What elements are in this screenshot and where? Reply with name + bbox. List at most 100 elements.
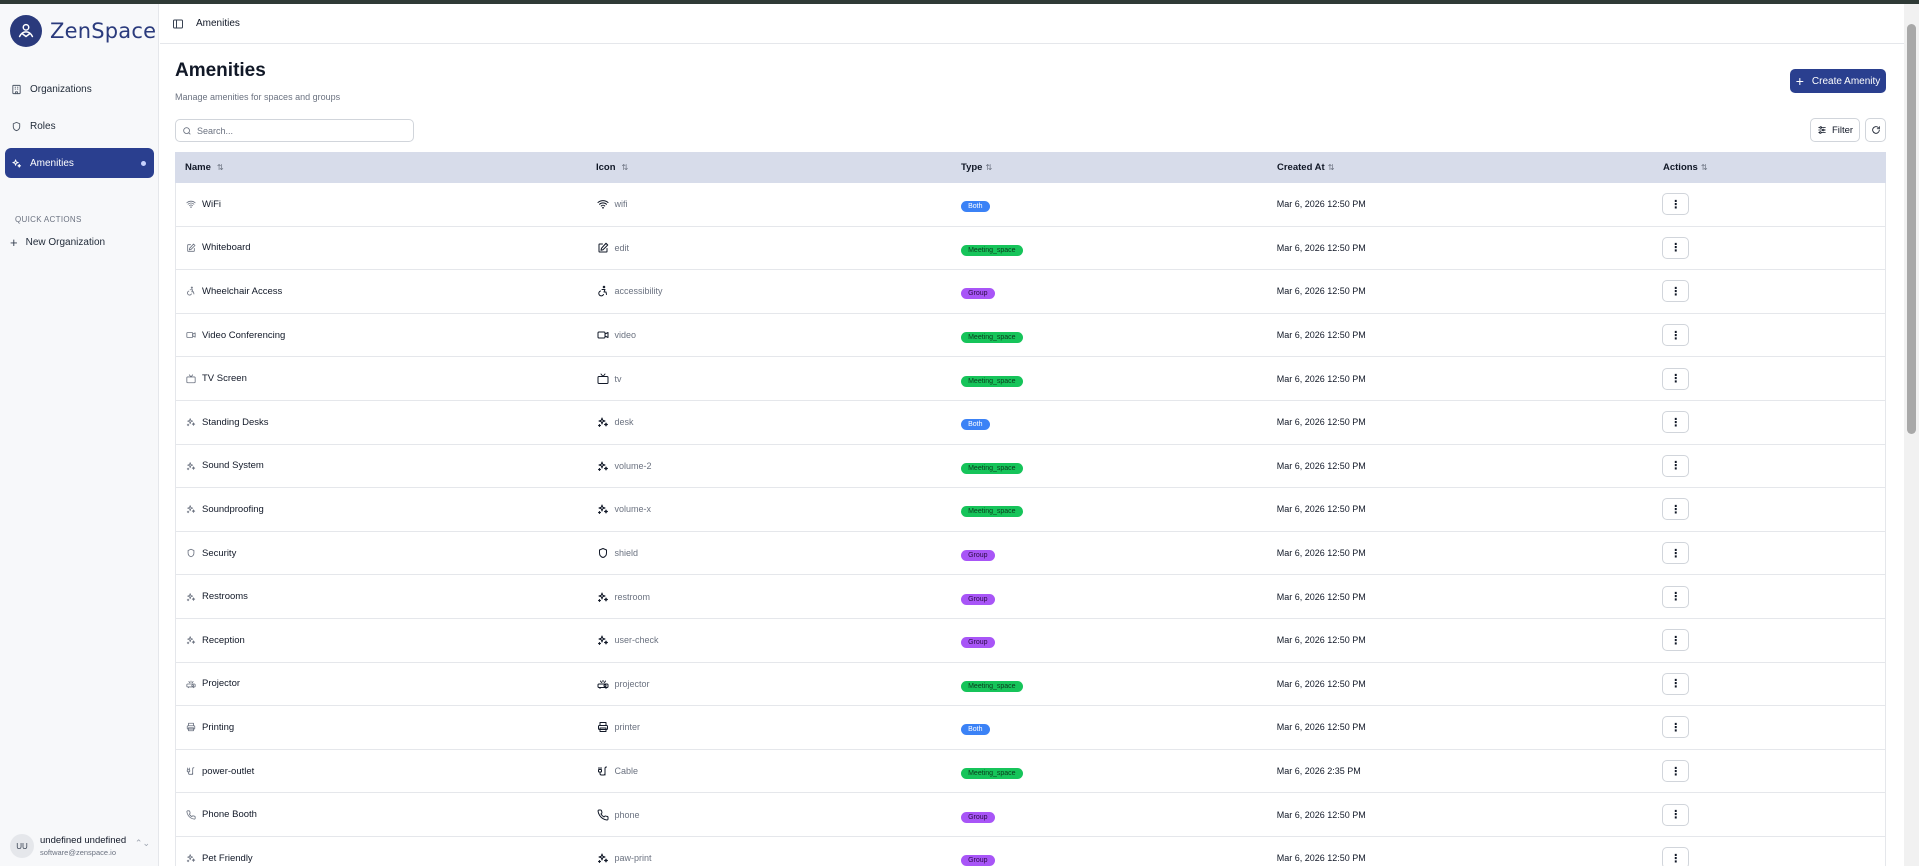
- more-vertical-icon: ⋮: [1670, 198, 1682, 211]
- table-row[interactable]: power-outlet Cable Meeting_space Mar 6, 202…: [176, 750, 1885, 794]
- row-actions-button[interactable]: ⋮: [1662, 454, 1690, 477]
- sidebar-item-amenities[interactable]: Amenities: [5, 148, 154, 178]
- column-header-icon[interactable]: Icon ⇅: [596, 162, 961, 173]
- row-actions-button[interactable]: ⋮: [1662, 193, 1690, 216]
- quick-actions-title: QUICK ACTIONS: [15, 215, 82, 224]
- row-actions-button[interactable]: ⋮: [1662, 716, 1690, 739]
- filter-button[interactable]: Filter: [1810, 118, 1860, 142]
- column-header-actions[interactable]: Actions ⇅: [1663, 162, 1886, 173]
- user-menu[interactable]: UU undefined undefined software@zenspace…: [10, 831, 150, 861]
- more-vertical-icon: ⋮: [1670, 809, 1682, 822]
- sparkles-icon: [597, 635, 608, 646]
- brand-logo[interactable]: ZenSpace: [10, 14, 156, 48]
- more-vertical-icon: ⋮: [1670, 547, 1682, 560]
- sidebar-nav: Organizations Roles Amenities: [5, 74, 154, 185]
- table-row[interactable]: Video Conferencing video Meeting_space Mar …: [176, 314, 1885, 358]
- sidebar-item-roles[interactable]: Roles: [5, 111, 154, 141]
- row-actions-button[interactable]: ⋮: [1662, 498, 1690, 521]
- cell-actions: ⋮: [1662, 324, 1885, 347]
- type-badge: Meeting_space: [961, 462, 1023, 474]
- row-actions-button[interactable]: ⋮: [1662, 236, 1690, 259]
- amenity-name: Video Conferencing: [202, 329, 286, 341]
- user-email: software@zenspace.io: [40, 848, 116, 857]
- cell-actions: ⋮: [1662, 760, 1885, 783]
- sort-icon: ⇅: [1700, 163, 1708, 172]
- cell-type: Group: [961, 588, 1277, 606]
- cell-name: TV Screen: [176, 373, 597, 384]
- cell-icon: projector: [597, 678, 962, 690]
- more-vertical-icon: ⋮: [1670, 765, 1682, 778]
- row-actions-button[interactable]: ⋮: [1662, 411, 1690, 434]
- created-at: Mar 6, 2026 12:50 PM: [1276, 809, 1366, 820]
- cell-actions: ⋮: [1662, 498, 1885, 521]
- created-at: Mar 6, 2026 12:50 PM: [1276, 678, 1366, 689]
- table-row[interactable]: Restrooms restroom Group Mar 6, 2026 12:50 …: [176, 575, 1885, 619]
- cell-actions: ⋮: [1662, 236, 1885, 259]
- table-row[interactable]: Phone Booth phone Group Mar 6, 2026 12:50 P…: [176, 793, 1885, 837]
- cell-actions: ⋮: [1662, 280, 1885, 303]
- new-organization-button[interactable]: + New Organization: [10, 236, 105, 249]
- icon-name: wifi: [614, 199, 628, 210]
- vertical-scrollbar[interactable]: [1904, 4, 1919, 866]
- column-header-name[interactable]: Name ⇅: [175, 162, 596, 173]
- icon-name: video: [614, 330, 637, 341]
- sidebar: ZenSpace Organizations Roles Amenities Q…: [0, 4, 159, 866]
- cell-name: power-outlet: [176, 766, 597, 777]
- table-row[interactable]: Projector projector Meeting_space Mar 6, 20…: [176, 663, 1885, 707]
- search-input[interactable]: [197, 125, 397, 136]
- user-name: undefined undefined: [40, 835, 127, 846]
- table-row[interactable]: Security shield Group Mar 6, 2026 12:50 PM ⋮: [176, 532, 1885, 576]
- scrollbar-thumb[interactable]: [1907, 24, 1916, 434]
- sidebar-item-label: Organizations: [30, 83, 92, 95]
- printer-icon: [186, 723, 196, 732]
- column-header-created-at[interactable]: Created At ⇅: [1277, 162, 1663, 173]
- sparkles-icon: [597, 504, 608, 515]
- table-row[interactable]: Pet Friendly paw-print Group Mar 6, 2026 12…: [176, 837, 1885, 866]
- amenity-name: WiFi: [202, 198, 221, 210]
- type-badge: Group: [961, 811, 995, 823]
- created-at: Mar 6, 2026 12:50 PM: [1276, 853, 1366, 864]
- cell-type: Both: [961, 718, 1277, 736]
- table-row[interactable]: Reception user-check Group Mar 6, 2026 12:5…: [176, 619, 1885, 663]
- cell-actions: ⋮: [1662, 847, 1885, 866]
- search-box[interactable]: [175, 119, 414, 142]
- column-header-type[interactable]: Type ⇅: [961, 162, 1277, 173]
- table-row[interactable]: TV Screen tv Meeting_space Mar 6, 2026 12:5…: [176, 357, 1885, 401]
- row-actions-button[interactable]: ⋮: [1662, 760, 1690, 783]
- table-row[interactable]: Printing printer Both Mar 6, 2026 12:50 PM ⋮: [176, 706, 1885, 750]
- amenity-name: Standing Desks: [202, 416, 269, 428]
- created-at: Mar 6, 2026 12:50 PM: [1276, 286, 1366, 297]
- row-actions-button[interactable]: ⋮: [1662, 672, 1690, 695]
- cell-name: Sound System: [176, 460, 597, 471]
- row-actions-button[interactable]: ⋮: [1662, 803, 1690, 826]
- row-actions-button[interactable]: ⋮: [1662, 585, 1690, 608]
- video-icon: [186, 332, 196, 338]
- table-row[interactable]: Whiteboard edit Meeting_space Mar 6, 2026 1…: [176, 227, 1885, 271]
- table-row[interactable]: Standing Desks desk Both Mar 6, 2026 12:50 …: [176, 401, 1885, 445]
- sparkles-icon: [597, 853, 608, 864]
- table-row[interactable]: Soundproofing volume-x Meeting_space Mar 6,…: [176, 488, 1885, 532]
- sidebar-toggle-icon[interactable]: [172, 18, 184, 30]
- amenity-name: Security: [202, 547, 237, 559]
- cell-name: WiFi: [176, 199, 597, 210]
- sidebar-item-organizations[interactable]: Organizations: [5, 74, 154, 104]
- cell-type: Group: [961, 849, 1277, 866]
- row-actions-button[interactable]: ⋮: [1662, 847, 1690, 866]
- accessibility-icon: [597, 286, 607, 297]
- created-at: Mar 6, 2026 12:50 PM: [1276, 199, 1366, 210]
- cell-icon: printer: [597, 721, 962, 733]
- table-row[interactable]: WiFi wifi Both Mar 6, 2026 12:50 PM ⋮: [176, 183, 1885, 227]
- row-actions-button[interactable]: ⋮: [1662, 280, 1690, 303]
- cell-type: Both: [961, 413, 1277, 431]
- table-row[interactable]: Wheelchair Access accessibility Group Mar 6…: [176, 270, 1885, 314]
- row-actions-button[interactable]: ⋮: [1662, 367, 1690, 390]
- create-amenity-button[interactable]: + Create Amenity: [1790, 69, 1886, 93]
- row-actions-button[interactable]: ⋮: [1662, 629, 1690, 652]
- icon-name: accessibility: [614, 286, 663, 297]
- row-actions-button[interactable]: ⋮: [1662, 324, 1690, 347]
- type-badge: Meeting_space: [961, 375, 1023, 387]
- row-actions-button[interactable]: ⋮: [1662, 542, 1690, 565]
- cell-icon: volume-2: [597, 460, 962, 472]
- table-row[interactable]: Sound System volume-2 Meeting_space Mar 6, …: [176, 445, 1885, 489]
- refresh-button[interactable]: [1865, 118, 1886, 142]
